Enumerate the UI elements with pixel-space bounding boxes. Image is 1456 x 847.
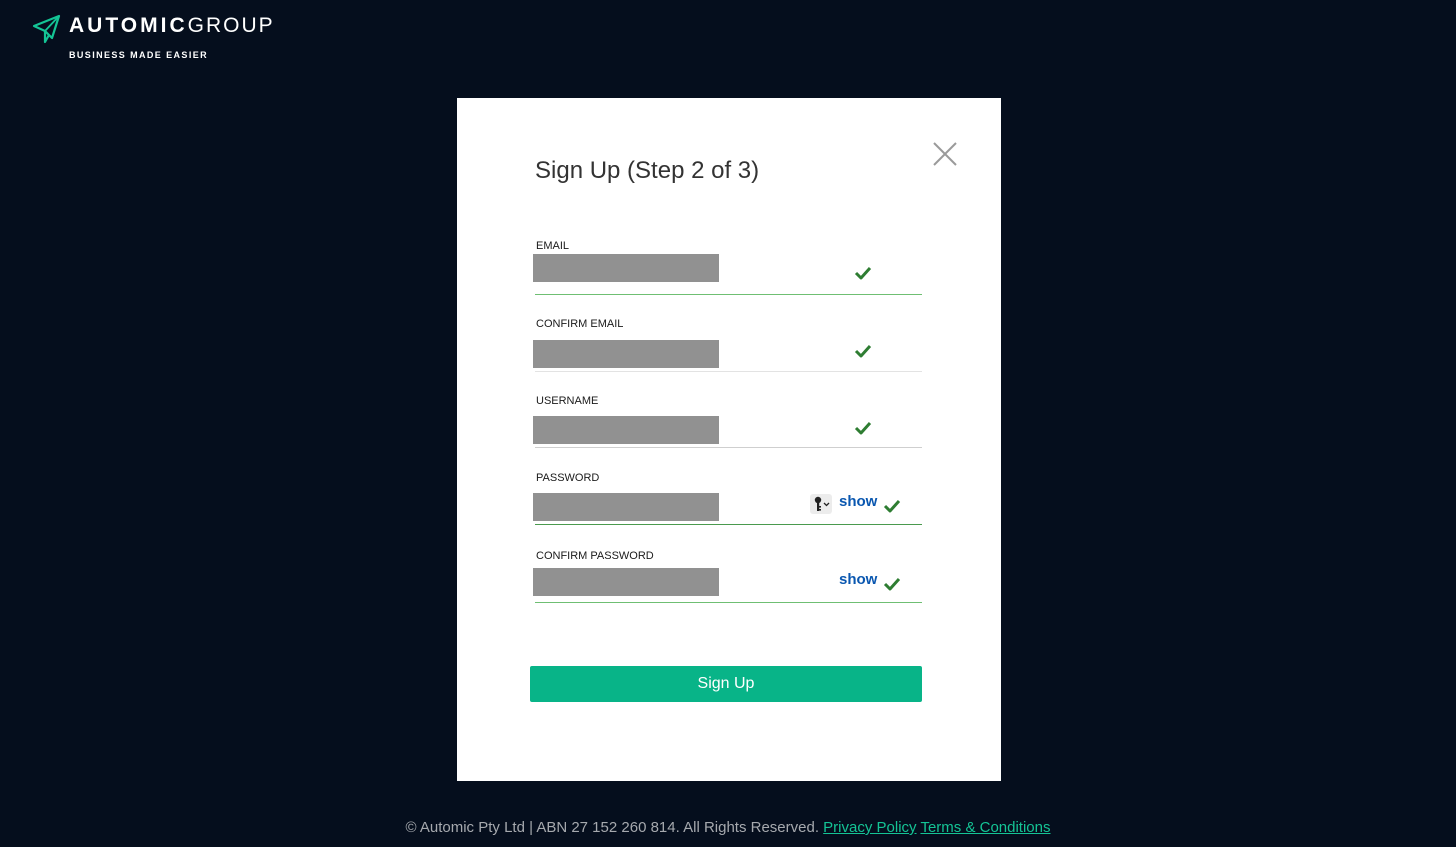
- footer: © Automic Pty Ltd | ABN 27 152 260 814. …: [0, 818, 1456, 838]
- modal-title: Sign Up (Step 2 of 3): [535, 157, 760, 184]
- terms-conditions-link[interactable]: Terms & Conditions: [920, 819, 1050, 836]
- username-label: USERNAME: [536, 395, 599, 407]
- email-label: EMAIL: [536, 240, 570, 252]
- confirm-email-label: CONFIRM EMAIL: [536, 318, 624, 330]
- brand-wordmark: AUTOMICGROUP: [69, 14, 275, 38]
- check-icon: [883, 499, 901, 513]
- confirm-password-label: CONFIRM PASSWORD: [536, 550, 654, 562]
- email-field-group: EMAIL: [533, 240, 922, 302]
- brand-name-bold: AUTOMIC: [69, 14, 188, 37]
- show-confirm-password-link[interactable]: show: [839, 571, 877, 589]
- footer-copyright: © Automic Pty Ltd | ABN 27 152 260 814. …: [405, 819, 819, 836]
- signup-modal: Sign Up (Step 2 of 3) EMAIL CONFIRM EMAI…: [457, 98, 1001, 781]
- paper-plane-logo-icon: [32, 14, 61, 44]
- show-password-link[interactable]: show: [839, 493, 877, 511]
- check-icon: [854, 266, 872, 280]
- username-field[interactable]: [533, 416, 719, 444]
- check-icon: [854, 344, 872, 358]
- confirm-password-field[interactable]: [533, 568, 719, 596]
- password-label: PASSWORD: [536, 472, 600, 484]
- brand-name-light: GROUP: [187, 14, 275, 37]
- confirm-email-field-group: CONFIRM EMAIL: [533, 318, 922, 380]
- username-field-group: USERNAME: [533, 395, 922, 457]
- confirm-password-field-group: CONFIRM PASSWORD show: [533, 550, 922, 612]
- close-icon[interactable]: [931, 140, 959, 168]
- check-icon: [854, 421, 872, 435]
- password-manager-key-icon[interactable]: [810, 494, 832, 514]
- confirm-email-field[interactable]: [533, 340, 719, 368]
- email-field[interactable]: [533, 254, 719, 282]
- password-field[interactable]: [533, 493, 719, 521]
- password-underline: [535, 524, 922, 525]
- username-underline: [535, 447, 922, 448]
- check-icon: [883, 577, 901, 591]
- privacy-policy-link[interactable]: Privacy Policy: [823, 819, 916, 836]
- password-field-group: PASSWORD show: [533, 472, 922, 534]
- confirm-email-underline: [535, 371, 922, 372]
- email-underline: [535, 294, 922, 295]
- confirm-password-underline: [535, 602, 922, 603]
- sign-up-button[interactable]: Sign Up: [530, 666, 922, 702]
- brand-tagline: BUSINESS MADE EASIER: [69, 50, 209, 60]
- brand-logo[interactable]: AUTOMICGROUP BUSINESS MADE EASIER: [32, 12, 292, 64]
